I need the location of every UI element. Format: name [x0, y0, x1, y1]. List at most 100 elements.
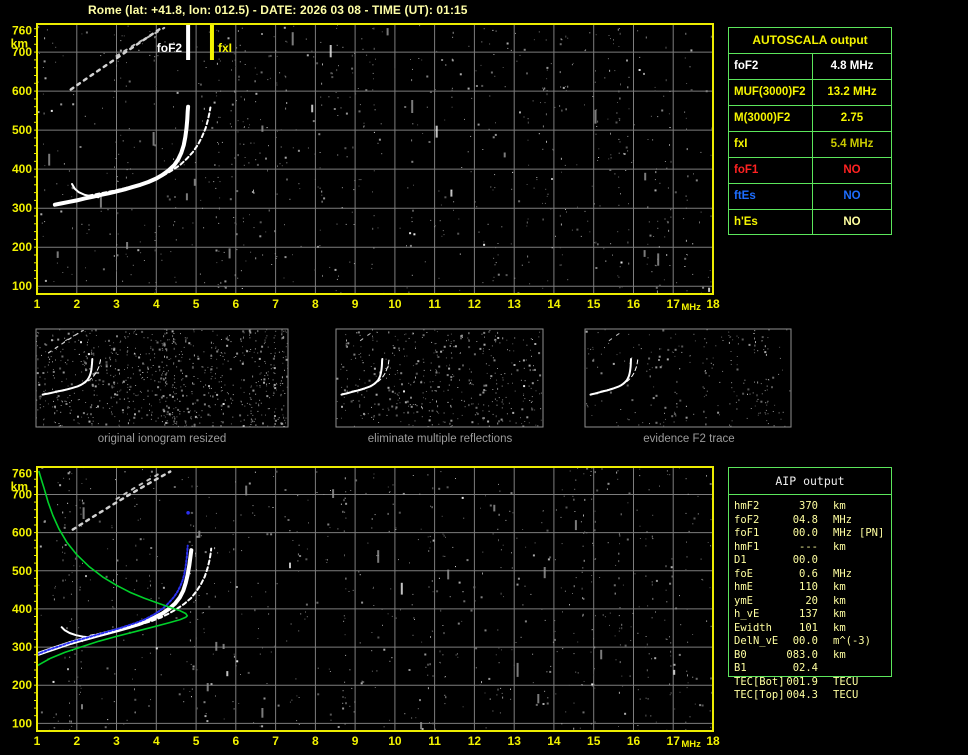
- svg-text:6: 6: [232, 734, 239, 748]
- aip-row-value: 00.0: [774, 635, 818, 649]
- svg-text:14: 14: [547, 297, 561, 311]
- top-ionogram-content: [37, 24, 714, 296]
- multi-reflection-streak-a: [49, 331, 82, 353]
- electron-density-profile: [37, 472, 187, 666]
- x-axis-unit-label: MHz: [681, 739, 701, 750]
- multi-reflection-streak-b: [66, 330, 84, 340]
- thumbnail-2-frame: [585, 329, 791, 427]
- svg-text:7: 7: [272, 297, 279, 311]
- aip-row-unit: m^(-3): [833, 635, 871, 649]
- svg-text:300: 300: [12, 201, 32, 215]
- aip-row-ewidth: Ewidth101km: [729, 622, 891, 636]
- svg-text:11: 11: [428, 297, 441, 311]
- autoscala-row-value: 13.2 MHz: [813, 80, 891, 105]
- aip-row-unit: km: [833, 649, 846, 663]
- autoscala-row-value: 5.4 MHz: [813, 132, 891, 157]
- svg-text:9: 9: [352, 734, 359, 748]
- svg-text:2: 2: [73, 297, 80, 311]
- y-axis-unit-label: km: [11, 480, 28, 494]
- svg-text:12: 12: [468, 297, 482, 311]
- aip-row-b1: B102.4: [729, 662, 891, 676]
- aip-row-label: B0: [734, 649, 747, 663]
- aip-row-label: foE: [734, 568, 753, 582]
- autoscala-row-fxi: fxI5.4 MHz: [729, 132, 891, 158]
- fof2-marker-label: foF2: [157, 41, 183, 55]
- thumbnail-caption-original: original ionogram resized: [98, 433, 226, 445]
- svg-text:4: 4: [153, 297, 160, 311]
- aip-row-unit: TECU: [833, 676, 858, 690]
- autoscala-table-header: AUTOSCALA output: [729, 28, 891, 54]
- svg-text:15: 15: [587, 297, 601, 311]
- svg-text:17: 17: [667, 734, 681, 748]
- aip-row-unit: km: [833, 595, 846, 609]
- bottom-ionogram-tick-labels: 123456789101112131415161718MHz7006005004…: [11, 467, 720, 750]
- autoscala-row-label: fxI: [729, 132, 813, 157]
- aip-table-header: AIP output: [729, 468, 891, 495]
- svg-text:15: 15: [587, 734, 601, 748]
- aip-row-unit: MHz: [833, 527, 852, 541]
- thumbnail-1-frame: [336, 329, 543, 427]
- bottom-ionogram-grid: [37, 467, 713, 731]
- svg-text:16: 16: [627, 297, 641, 311]
- svg-text:200: 200: [12, 678, 32, 692]
- autoscala-table-rows: foF24.8 MHzMUF(3000)F213.2 MHzM(3000)F22…: [729, 54, 891, 235]
- svg-text:3: 3: [113, 297, 120, 311]
- aip-row-value: 02.4: [774, 662, 818, 676]
- autoscala-row-label: foF2: [729, 54, 813, 79]
- aip-row-value: ---: [774, 541, 818, 555]
- svg-text:600: 600: [12, 526, 32, 540]
- svg-text:200: 200: [12, 240, 32, 254]
- aip-row-unit: TECU: [833, 689, 858, 703]
- svg-text:1: 1: [34, 734, 41, 748]
- top-ionogram-tick-labels: 123456789101112131415161718MHz7006005004…: [11, 24, 720, 313]
- autoscala-row-label: MUF(3000)F2: [729, 80, 813, 105]
- thumbnail-2-content: [586, 329, 792, 428]
- svg-text:4: 4: [153, 734, 160, 748]
- thumbnail-caption-evidence: evidence F2 trace: [643, 433, 734, 445]
- aip-row-value: 0.6: [774, 568, 818, 582]
- aip-row-foe: foE0.6MHz: [729, 568, 891, 582]
- svg-text:8: 8: [312, 734, 319, 748]
- svg-text:17: 17: [667, 297, 681, 311]
- aip-row-value: 101: [774, 622, 818, 636]
- svg-text:100: 100: [12, 716, 32, 730]
- autoscala-row-value: 4.8 MHz: [813, 54, 891, 79]
- svg-text:400: 400: [12, 602, 32, 616]
- svg-text:6: 6: [232, 297, 239, 311]
- autoscala-window: Rome (lat: +41.8, lon: 012.5) - DATE: 20…: [0, 0, 968, 755]
- svg-text:500: 500: [12, 564, 32, 578]
- svg-text:400: 400: [12, 162, 32, 176]
- autoscala-row-muf3000f2: MUF(3000)F213.2 MHz: [729, 80, 891, 106]
- noise-speckle: [336, 329, 544, 428]
- thumbnail-0-content: [36, 329, 289, 429]
- aip-row-value: 001.9: [774, 676, 818, 690]
- top-ionogram-frame: [37, 24, 713, 294]
- noise-speckle: [38, 467, 714, 733]
- svg-text:18: 18: [706, 734, 720, 748]
- autoscala-row-value: 2.75: [813, 106, 891, 131]
- aip-row-unit: km: [833, 500, 846, 514]
- x-axis-unit-label: MHz: [681, 302, 701, 313]
- autoscala-output-table: AUTOSCALA output foF24.8 MHzMUF(3000)F21…: [728, 27, 892, 235]
- aip-row-value: 04.8: [774, 514, 818, 528]
- svg-text:1: 1: [34, 297, 41, 311]
- autoscala-row-label: foF1: [729, 158, 813, 183]
- autoscala-row-value: NO: [813, 184, 891, 209]
- aip-row-yme: ymE20km: [729, 595, 891, 609]
- bottom-ionogram-frame: [37, 467, 713, 731]
- f2-trace-ordinary-2: [39, 550, 191, 653]
- aip-row-label: DelN_vE: [734, 635, 778, 649]
- svg-text:9: 9: [352, 297, 359, 311]
- svg-text:12: 12: [468, 734, 482, 748]
- thumbnail-1-content: [336, 329, 544, 428]
- svg-text:10: 10: [388, 297, 402, 311]
- aip-row-hme: hmE110km: [729, 581, 891, 595]
- top-ionogram-grid: [37, 24, 713, 294]
- aip-row-tecbot: TEC[Bot]001.9TECU: [729, 676, 891, 690]
- svg-text:760: 760: [12, 467, 32, 481]
- noise-speckle: [37, 25, 714, 296]
- aip-row-tectop: TEC[Top]004.3TECU: [729, 689, 891, 703]
- svg-text:5: 5: [193, 734, 200, 748]
- aip-row-label: hmF1: [734, 541, 759, 555]
- svg-text:5: 5: [193, 297, 200, 311]
